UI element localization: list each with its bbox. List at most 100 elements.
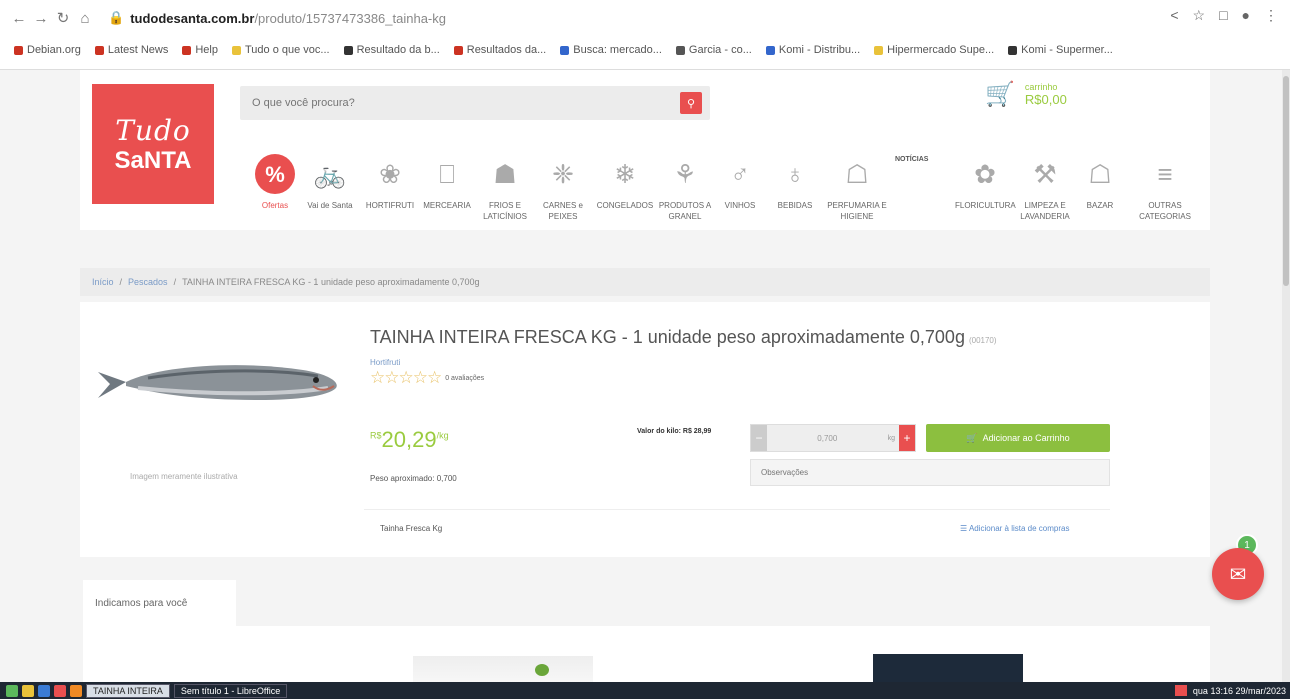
category-wine[interactable]: ♂ VINHOS [710, 154, 770, 211]
bookmark-favicon-icon [765, 45, 775, 55]
bookmark-item[interactable]: Hipermercado Supe... [874, 44, 994, 56]
bookmark-label: Busca: mercado... [573, 44, 662, 56]
menu-icon: ≡ [1157, 158, 1173, 189]
category-meat[interactable]: ❈ CARNES e PEIXES [533, 154, 593, 222]
category-label: BEBIDAS [777, 201, 813, 210]
search-button[interactable]: ⚲ [680, 92, 702, 114]
cart-label: carrinho [1024, 82, 1058, 92]
bookmarks-bar: Debian.org Latest News Help Tudo o que voc.… [0, 36, 1290, 64]
logo-text-bottom: SaNTA [114, 146, 192, 174]
category-grocery[interactable]: ⎕ MERCEARIA [417, 154, 477, 211]
category-hygiene[interactable]: ☖ PERFUMARIA E HIGIENE [827, 154, 887, 222]
bookmark-item[interactable]: Help [182, 44, 218, 56]
firefox-icon[interactable] [70, 684, 82, 697]
rating-stars-icon: ☆☆☆☆☆ [370, 368, 442, 387]
product-title: TAINHA INTEIRA FRESCA KG - 1 unidade pes… [370, 327, 997, 348]
qty-unit: kg [887, 434, 895, 442]
decrease-qty-button[interactable]: − [751, 425, 767, 451]
bookmark-item[interactable]: Garcia - co... [675, 44, 752, 56]
category-vegetables[interactable]: ❀ HORTIFRUTI [360, 154, 420, 211]
category-label: Vai de Santa [307, 201, 353, 210]
category-dairy[interactable]: ☗ FRIOS E LATICÍNIOS [475, 154, 535, 222]
breadcrumb-home[interactable]: Início [92, 277, 114, 287]
category-flower[interactable]: ✿ FLORICULTURA [955, 154, 1016, 211]
cart-icon: 🛒 [966, 432, 978, 443]
cart-icon: 🛒 [985, 81, 1015, 108]
recommended-product-image[interactable] [873, 654, 1023, 682]
category-cleaning[interactable]: ⚒ LIMPEZA E LAVANDERIA [1015, 154, 1075, 222]
breadcrumb-section[interactable]: Pescados [128, 277, 168, 287]
bookmark-star-icon[interactable]: ☆ [1193, 7, 1206, 24]
scrollbar-thumb[interactable] [1283, 76, 1289, 286]
tabs-icon[interactable]: □ [1219, 7, 1227, 24]
url-field[interactable]: 🔒 tudodesanta.com.br /produto/1573747338… [108, 5, 446, 31]
bookmark-item[interactable]: Resultados da... [453, 44, 546, 56]
category-percent[interactable]: % Ofertas [245, 154, 305, 211]
home-icon[interactable]: ⌂ [74, 7, 96, 29]
bookmark-favicon-icon [14, 45, 23, 55]
recommended-product-image[interactable] [413, 656, 593, 682]
share-icon[interactable]: < [1170, 7, 1178, 24]
menu-dots-icon[interactable]: ⋮ [1264, 7, 1278, 24]
observations-field[interactable] [750, 459, 1110, 486]
os-taskbar: TAINHA INTEIRA Sem título 1 - LibreOffice… [0, 682, 1290, 699]
start-icon[interactable] [6, 684, 18, 697]
bookmark-item[interactable]: Komi - Distribu... [765, 44, 860, 56]
category-label: CONGELADOS [596, 201, 654, 210]
browser-icon[interactable] [38, 684, 50, 697]
add-to-cart-button[interactable]: 🛒 Adicionar ao Carrinho [926, 424, 1110, 452]
bookmark-item[interactable]: Komi - Supermer... [1008, 44, 1113, 56]
breadcrumb-separator: / [119, 277, 123, 287]
tray-icon [1174, 685, 1187, 696]
product-brand[interactable]: Hortifruti [370, 358, 400, 367]
chat-icon: ✉ [1229, 563, 1247, 586]
site-logo[interactable]: Tudo SaNTA [92, 84, 214, 204]
taskbar-window-label: Sem título 1 - LibreOffice [180, 685, 281, 696]
bookmark-item[interactable]: Latest News [94, 44, 169, 56]
search-input[interactable] [240, 86, 670, 120]
product-image [98, 365, 337, 400]
bookmark-label: Latest News [107, 44, 169, 56]
bookmark-favicon-icon [675, 45, 685, 55]
product-thumbnail [535, 664, 549, 676]
taskbar-window[interactable]: TAINHA INTEIRA [86, 683, 170, 698]
chat-button[interactable]: ✉ [1212, 548, 1264, 600]
bookmark-item[interactable]: Debian.org [14, 44, 81, 56]
system-clock: qua 13:16 29/mar/2023 [1174, 682, 1286, 699]
category-bicycle[interactable]: 🚲 Vai de Santa [300, 154, 360, 211]
page-scrollbar[interactable] [1282, 70, 1290, 682]
app-icon[interactable] [54, 684, 66, 697]
category-label: BAZAR [1086, 201, 1114, 210]
bookmark-label: Komi - Supermer... [1021, 44, 1113, 56]
bookmark-favicon-icon [182, 45, 192, 55]
cart-widget[interactable]: 🛒 carrinho R$0,00 [985, 80, 1067, 109]
category-bazaar[interactable]: ☖ BAZAR [1070, 154, 1130, 211]
bulk-icon: ⚘ [673, 158, 697, 189]
category-bulk[interactable]: ⚘ PRODUTOS A GRANEL [655, 154, 715, 222]
list-icon: ☰ [960, 524, 968, 533]
category-menu[interactable]: ≡ OUTRAS CATEGORIAS [1135, 154, 1195, 222]
url-host: tudodesanta.com.br [130, 10, 255, 26]
qty-value[interactable]: 0,700 [767, 434, 888, 443]
forward-icon[interactable]: → [30, 7, 52, 29]
bookmark-item[interactable]: Busca: mercado... [560, 44, 662, 56]
bookmark-label: Hipermercado Supe... [887, 44, 995, 56]
category-frozen[interactable]: ❄ CONGELADOS [595, 154, 655, 211]
unit-price: Valor do kilo: R$ 28,99 [637, 428, 712, 435]
add-to-list-link[interactable]: ☰ Adicionar à lista de compras [960, 524, 1069, 533]
back-icon[interactable]: ← [8, 7, 30, 29]
tab-recommendations[interactable]: Indicamos para você [83, 580, 236, 626]
add-to-cart-label: Adicionar ao Carrinho [982, 433, 1070, 443]
taskbar-window[interactable]: Sem título 1 - LibreOffice [173, 683, 288, 698]
clock-text: qua 13:16 29/mar/2023 [1192, 685, 1286, 696]
folder-icon[interactable] [22, 684, 34, 697]
category-drinks[interactable]: ♁ BEBIDAS [765, 154, 825, 211]
increase-qty-button[interactable]: + [899, 425, 915, 451]
profile-icon[interactable]: ● [1242, 7, 1250, 24]
breadcrumb-separator: / [173, 277, 177, 287]
bookmark-item[interactable]: Resultado da b... [343, 44, 440, 56]
reload-icon[interactable]: ↻ [52, 7, 74, 29]
rating[interactable]: ☆☆☆☆☆ 0 avaliações [370, 368, 484, 388]
bookmark-item[interactable]: Tudo o que voc... [231, 44, 330, 56]
bookmark-label: Resultado da b... [356, 44, 440, 56]
